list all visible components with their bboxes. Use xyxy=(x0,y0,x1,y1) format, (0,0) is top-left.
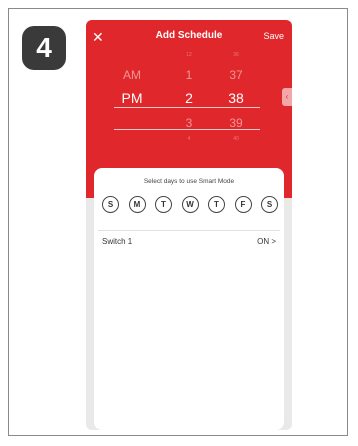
period-option-pm-selected[interactable]: PM xyxy=(102,90,162,106)
day-toggle-tuesday[interactable]: T xyxy=(155,196,172,213)
schedule-options-sheet: Select days to use Smart Mode S M T W T … xyxy=(94,168,284,430)
minute-option-selected[interactable]: 38 xyxy=(206,90,266,106)
day-toggle-wednesday[interactable]: W xyxy=(181,196,199,213)
switch-state[interactable]: ON > xyxy=(257,237,276,246)
divider xyxy=(98,230,280,231)
switch-state-value: ON xyxy=(257,237,270,246)
minute-option[interactable]: 36 xyxy=(206,52,266,58)
day-toggle-monday[interactable]: M xyxy=(128,196,146,213)
period-option-am[interactable]: AM xyxy=(102,68,162,82)
switch-row[interactable]: Switch 1 ON > xyxy=(102,237,276,251)
switch-name: Switch 1 xyxy=(102,237,133,246)
chevron-right-icon: > xyxy=(271,237,276,246)
day-toggle-thursday[interactable]: T xyxy=(208,196,225,213)
page-title: Add Schedule xyxy=(155,30,223,41)
step-number-badge: 4 xyxy=(22,26,66,70)
minute-option[interactable]: 40 xyxy=(206,136,266,142)
phone-screen: ✕ Add Schedule Save AM PM 12 1 2 3 4 36 … xyxy=(86,20,292,430)
time-picker[interactable]: AM PM 12 1 2 3 4 36 37 38 39 40 xyxy=(86,50,292,160)
minute-option[interactable]: 37 xyxy=(206,68,266,82)
day-selector: S M T W T F S xyxy=(102,196,280,216)
chevron-left-icon[interactable]: ‹ xyxy=(282,88,292,106)
title-bar: ✕ Add Schedule Save xyxy=(86,28,292,48)
minute-option[interactable]: 39 xyxy=(206,116,266,130)
days-section-title: Select days to use Smart Mode xyxy=(143,178,235,185)
save-button[interactable]: Save xyxy=(263,31,284,41)
day-toggle-friday[interactable]: F xyxy=(234,196,252,213)
day-toggle-saturday[interactable]: S xyxy=(261,196,278,213)
day-toggle-sunday[interactable]: S xyxy=(102,196,119,213)
picker-selection-line-top xyxy=(114,107,260,108)
